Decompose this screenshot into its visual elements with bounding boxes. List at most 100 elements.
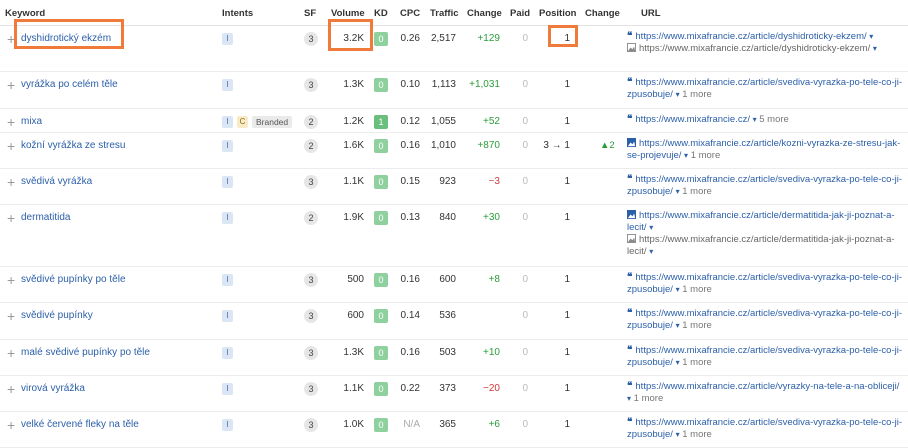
keyword-link[interactable]: vyrážka po celém těle xyxy=(21,79,118,91)
caret-down-icon[interactable]: ▾ xyxy=(753,115,757,124)
sf-badge[interactable]: 2 xyxy=(304,115,318,129)
position-value: 3 → 1 xyxy=(543,140,570,151)
keyword-link[interactable]: kožní vyrážka ze stresu xyxy=(21,140,125,152)
ranking-url[interactable]: ❝ https://www.mixafrancie.cz/article/vyra… xyxy=(627,381,903,405)
table-row: + kožní vyrážka ze stresu I 2 1.6K 0 0.16 1,010… xyxy=(0,133,908,169)
expand-plus-icon[interactable]: + xyxy=(7,32,15,46)
ranking-url[interactable]: https://www.mixafrancie.cz/article/dyshi… xyxy=(627,43,903,55)
url-text[interactable]: https://www.mixafrancie.cz/article/derma… xyxy=(627,234,895,257)
url-text[interactable]: https://www.mixafrancie.cz/ xyxy=(635,114,750,125)
more-urls-link[interactable]: 1 more xyxy=(691,150,721,161)
url-text[interactable]: https://www.mixafrancie.cz/article/derma… xyxy=(627,210,895,233)
url-text[interactable]: https://www.mixafrancie.cz/article/svedi… xyxy=(627,417,902,440)
header-kd[interactable]: KD xyxy=(374,8,388,19)
url-text[interactable]: https://www.mixafrancie.cz/article/svedi… xyxy=(627,308,902,331)
expand-plus-icon[interactable]: + xyxy=(7,211,15,225)
expand-plus-icon[interactable]: + xyxy=(7,139,15,153)
caret-down-icon[interactable]: ▾ xyxy=(627,394,631,403)
expand-plus-icon[interactable]: + xyxy=(7,273,15,287)
ranking-url[interactable]: https://www.mixafrancie.cz/article/derma… xyxy=(627,210,903,234)
header-volume[interactable]: Volume xyxy=(331,8,365,19)
header-traffic[interactable]: Traffic xyxy=(430,8,459,19)
ranking-url[interactable]: ❝ https://www.mixafrancie.cz/article/sved… xyxy=(627,77,903,101)
traffic-value: 1,055 xyxy=(430,116,456,127)
expand-plus-icon[interactable]: + xyxy=(7,418,15,432)
ranking-url[interactable]: ❝ https://www.mixafrancie.cz/article/sved… xyxy=(627,174,903,198)
caret-down-icon[interactable]: ▾ xyxy=(869,32,873,41)
keyword-link[interactable]: virová vyrážka xyxy=(21,383,85,395)
more-urls-link[interactable]: 1 more xyxy=(682,429,712,440)
more-urls-link[interactable]: 1 more xyxy=(682,320,712,331)
keyword-link[interactable]: malé svědivé pupínky po těle xyxy=(21,347,150,359)
caret-down-icon[interactable]: ▾ xyxy=(676,285,680,294)
url-text[interactable]: https://www.mixafrancie.cz/article/svedi… xyxy=(627,174,902,197)
more-urls-link[interactable]: 1 more xyxy=(682,186,712,197)
url-text[interactable]: https://www.mixafrancie.cz/article/svedi… xyxy=(627,345,902,368)
header-url[interactable]: URL xyxy=(641,8,661,19)
sf-badge[interactable]: 3 xyxy=(304,346,318,360)
url-text[interactable]: https://www.mixafrancie.cz/article/kozni… xyxy=(627,138,900,161)
volume-value: 1.1K xyxy=(343,383,364,394)
caret-down-icon[interactable]: ▾ xyxy=(649,223,653,232)
sf-badge[interactable]: 3 xyxy=(304,78,318,92)
header-position-change[interactable]: Change xyxy=(585,8,620,19)
ranking-url[interactable]: ❝ https://www.mixafrancie.cz/article/sved… xyxy=(627,272,903,296)
sf-badge[interactable]: 3 xyxy=(304,273,318,287)
expand-plus-icon[interactable]: + xyxy=(7,382,15,396)
caret-down-icon[interactable]: ▾ xyxy=(676,358,680,367)
keyword-link[interactable]: svědivá vyrážka xyxy=(21,176,92,188)
more-urls-link[interactable]: 1 more xyxy=(634,393,664,404)
sf-badge[interactable]: 3 xyxy=(304,175,318,189)
header-paid[interactable]: Paid xyxy=(510,8,530,19)
ranking-url[interactable]: ❝ https://www.mixafrancie.cz/article/sved… xyxy=(627,345,903,369)
expand-plus-icon[interactable]: + xyxy=(7,309,15,323)
sf-badge[interactable]: 3 xyxy=(304,309,318,323)
more-urls-link[interactable]: 1 more xyxy=(682,89,712,100)
cpc-value: 0.14 xyxy=(400,310,420,321)
sf-badge[interactable]: 3 xyxy=(304,382,318,396)
sf-badge[interactable]: 3 xyxy=(304,32,318,46)
ranking-url[interactable]: https://www.mixafrancie.cz/article/kozni… xyxy=(627,138,903,162)
sf-badge[interactable]: 2 xyxy=(304,139,318,153)
keyword-link[interactable]: svědivé pupínky xyxy=(21,310,93,322)
header-cpc[interactable]: CPC xyxy=(400,8,420,19)
ranking-url[interactable]: ❝ https://www.mixafrancie.cz/article/sved… xyxy=(627,417,903,441)
caret-down-icon[interactable]: ▾ xyxy=(873,44,877,53)
sf-badge[interactable]: 3 xyxy=(304,418,318,432)
expand-plus-icon[interactable]: + xyxy=(7,175,15,189)
keyword-link[interactable]: dyshidrotický ekzém xyxy=(21,33,111,45)
url-text[interactable]: https://www.mixafrancie.cz/article/svedi… xyxy=(627,272,902,295)
url-text[interactable]: https://www.mixafrancie.cz/article/dyshi… xyxy=(635,31,866,42)
keyword-link[interactable]: mixa xyxy=(21,116,42,128)
expand-plus-icon[interactable]: + xyxy=(7,78,15,92)
url-text[interactable]: https://www.mixafrancie.cz/article/dyshi… xyxy=(639,43,870,54)
more-urls-link[interactable]: 5 more xyxy=(759,114,789,125)
keyword-link[interactable]: svědivé pupínky po těle xyxy=(21,274,126,286)
header-position[interactable]: Position xyxy=(539,8,576,19)
expand-plus-icon[interactable]: + xyxy=(7,115,15,129)
header-keyword[interactable]: Keyword xyxy=(5,8,45,19)
url-text[interactable]: https://www.mixafrancie.cz/article/vyraz… xyxy=(635,381,899,392)
ranking-url[interactable]: https://www.mixafrancie.cz/article/derma… xyxy=(627,234,903,258)
keyword-link[interactable]: velké červené fleky na těle xyxy=(21,419,139,431)
position-value: 1 xyxy=(564,176,570,187)
header-intents[interactable]: Intents xyxy=(222,8,253,19)
traffic-value: 2,517 xyxy=(430,33,456,44)
caret-down-icon[interactable]: ▾ xyxy=(649,247,653,256)
sf-badge[interactable]: 2 xyxy=(304,211,318,225)
ranking-url[interactable]: ❝ https://www.mixafrancie.cz/article/dysh… xyxy=(627,31,903,43)
header-sf[interactable]: SF xyxy=(304,8,316,19)
caret-down-icon[interactable]: ▾ xyxy=(676,187,680,196)
more-urls-link[interactable]: 1 more xyxy=(682,357,712,368)
caret-down-icon[interactable]: ▾ xyxy=(676,430,680,439)
url-text[interactable]: https://www.mixafrancie.cz/article/svedi… xyxy=(627,77,902,100)
ranking-url[interactable]: ❝ https://www.mixafrancie.cz/article/sved… xyxy=(627,308,903,332)
caret-down-icon[interactable]: ▾ xyxy=(676,90,680,99)
expand-plus-icon[interactable]: + xyxy=(7,346,15,360)
caret-down-icon[interactable]: ▾ xyxy=(676,321,680,330)
caret-down-icon[interactable]: ▾ xyxy=(684,151,688,160)
header-change[interactable]: Change xyxy=(467,8,502,19)
keyword-link[interactable]: dermatitida xyxy=(21,212,70,224)
more-urls-link[interactable]: 1 more xyxy=(682,284,712,295)
ranking-url[interactable]: ❝ https://www.mixafrancie.cz/ ▾ 5 more xyxy=(627,114,903,126)
